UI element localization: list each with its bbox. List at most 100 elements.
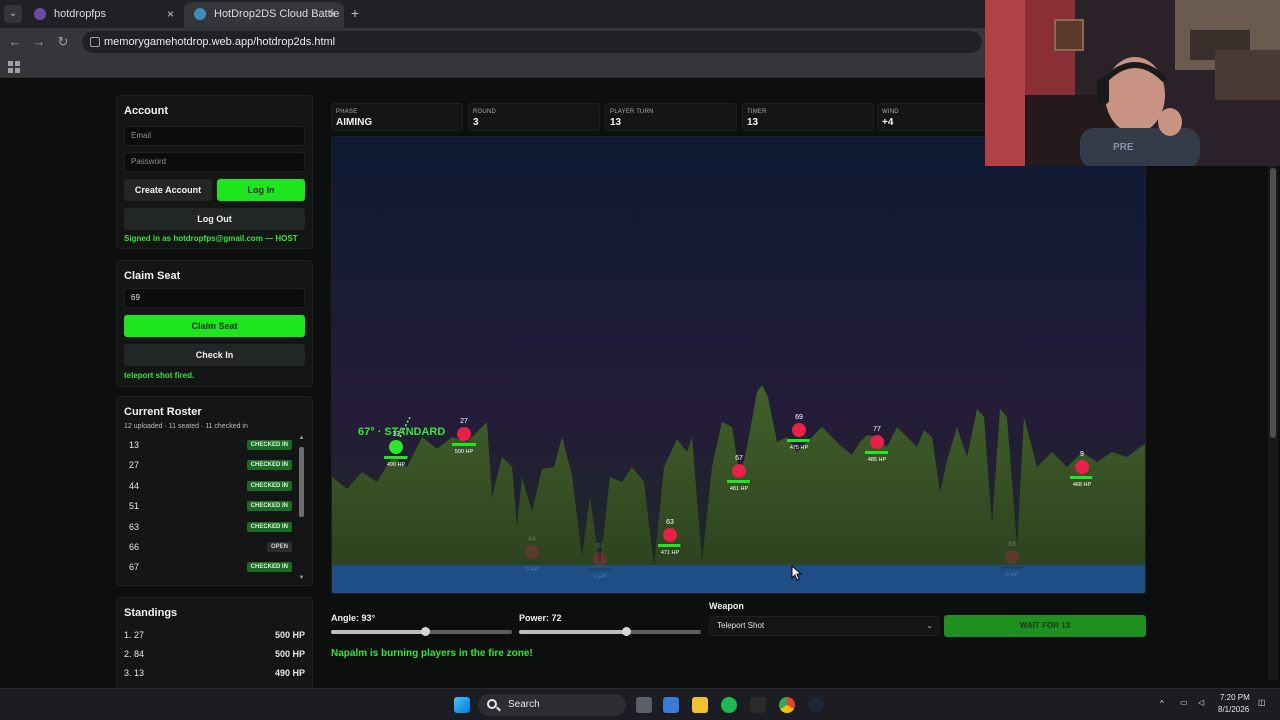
clock-date[interactable]: 8/1/2026: [1218, 705, 1249, 714]
timer-stat: TIMER 13: [742, 103, 874, 131]
os-taskbar: Search ^ ▭ ◁ 7:20 PM 8/1/2026 ◫: [0, 688, 1280, 720]
log-in-button[interactable]: Log In: [217, 179, 305, 201]
apps-grid-icon[interactable]: [8, 61, 20, 73]
webcam-overlay: PRE: [985, 0, 1280, 166]
stat-value: 13: [610, 117, 622, 128]
water: [332, 565, 1145, 593]
power-slider[interactable]: [519, 627, 701, 636]
tab-hotdropfps[interactable]: hotdropfps ×: [24, 2, 182, 28]
player-hp-label: 481 HP: [730, 486, 749, 492]
clock-time[interactable]: 7:20 PM: [1220, 693, 1250, 702]
angle-label: Angle: 93°: [331, 613, 376, 623]
roster-row[interactable]: 51 CHECKED IN: [124, 496, 294, 516]
roster-scrollbar[interactable]: ▲ ▼: [298, 435, 305, 581]
scrollbar-thumb[interactable]: [299, 447, 304, 517]
roster-list[interactable]: 13 CHECKED IN 27 CHECKED IN 44 CHECKED IN 51 CH…: [124, 435, 294, 581]
status-badge: CHECKED IN: [246, 562, 292, 573]
roster-row[interactable]: 66 OPEN: [124, 537, 294, 557]
log-out-button[interactable]: Log Out: [124, 208, 305, 230]
player-tank: 69 475 HP: [787, 414, 811, 451]
angle-slider[interactable]: [331, 627, 512, 636]
status-badge: CHECKED IN: [246, 460, 292, 471]
forward-arrow-icon[interactable]: →: [30, 33, 48, 51]
reload-icon[interactable]: ↻: [54, 33, 72, 51]
aim-label: 67° · STANDARD: [358, 426, 445, 438]
battlefield-svg: 13490 HP27500 HP63471 HP67481 HP69475 HP…: [332, 385, 1145, 593]
player-marker: [1075, 460, 1089, 474]
signed-in-status: Signed in as hotdropfps@gmail.com — HOST: [124, 234, 298, 243]
roster-row[interactable]: 27 CHECKED IN: [124, 455, 294, 475]
notification-icon[interactable]: ◫: [1258, 698, 1266, 707]
player-hp-label: 500 HP: [455, 449, 474, 455]
claim-seat-panel: Claim Seat 69 Claim Seat Check In telepo…: [116, 260, 313, 387]
player-hp-label: 0 HP: [594, 574, 607, 580]
standing-row: 1. 27 500 HP: [124, 630, 305, 640]
scroll-down-icon[interactable]: ▼: [298, 575, 305, 581]
check-in-button[interactable]: Check In: [124, 344, 305, 366]
player-marker: [870, 435, 884, 449]
close-icon[interactable]: ×: [329, 2, 336, 26]
task-view-icon[interactable]: [636, 697, 652, 713]
weapon-select[interactable]: Teleport Shot ⌄: [709, 616, 939, 636]
create-account-button[interactable]: Create Account: [124, 179, 212, 201]
roster-row[interactable]: 44 CHECKED IN: [124, 476, 294, 496]
url-text: memorygamehotdrop.web.app/hotdrop2ds.htm…: [104, 36, 336, 48]
angle-slider-handle[interactable]: [421, 627, 431, 636]
power-slider-handle[interactable]: [622, 627, 632, 636]
file-explorer-icon[interactable]: [692, 697, 708, 713]
roster-row[interactable]: 63 CHECKED IN: [124, 517, 294, 537]
new-tab-button[interactable]: +: [346, 4, 364, 22]
svg-text:PRE: PRE: [1113, 142, 1134, 153]
taskbar-search[interactable]: Search: [478, 694, 626, 716]
roster-seat: 13: [129, 440, 140, 450]
status-badge: CHECKED IN: [246, 501, 292, 512]
fire-button[interactable]: WAIT FOR 13: [944, 615, 1146, 637]
close-icon[interactable]: ×: [167, 2, 174, 26]
notepad-icon[interactable]: [663, 697, 679, 713]
hp-bar-fill: [727, 480, 751, 483]
search-label: Search: [508, 699, 540, 710]
windows-start-icon[interactable]: [454, 697, 470, 713]
status-badge: CHECKED IN: [246, 521, 292, 532]
player-marker: [732, 464, 746, 478]
hudfx-icon[interactable]: [750, 697, 766, 713]
steam-icon[interactable]: [808, 697, 824, 713]
password-field[interactable]: Password: [124, 152, 305, 172]
back-arrow-icon[interactable]: ←: [6, 33, 24, 51]
roster-row[interactable]: 67 CHECKED IN: [124, 557, 294, 577]
volume-icon[interactable]: ◁: [1198, 698, 1204, 707]
tab-search-icon[interactable]: ⌄: [4, 5, 22, 23]
status-badge: CHECKED IN: [246, 440, 292, 450]
game-page: Account Email Password Create Account Lo…: [0, 79, 1280, 692]
tab-hotdrop2ds[interactable]: HotDrop2DS Cloud Battle ×: [184, 2, 344, 28]
scroll-up-icon[interactable]: ▲: [298, 435, 305, 441]
player-id-label: 69: [795, 414, 803, 421]
claim-seat-button[interactable]: Claim Seat: [124, 315, 305, 337]
tray-chevron-icon[interactable]: ^: [1160, 699, 1164, 708]
stat-key: ROUND: [473, 109, 496, 115]
hp-bar-track: [588, 568, 612, 571]
roster-row[interactable]: 13 CHECKED IN: [124, 435, 294, 455]
player-id-label: 63: [666, 519, 674, 526]
tab-title: HotDrop2DS Cloud Battle: [214, 8, 340, 20]
player-hp-label: 475 HP: [790, 445, 809, 451]
player-id-label: 88: [1008, 541, 1016, 548]
page-scrollbar-thumb[interactable]: [1270, 168, 1276, 438]
roster-seat: 66: [129, 541, 140, 552]
spotify-icon[interactable]: [721, 697, 737, 713]
mouse-cursor-icon: [791, 565, 803, 581]
site-info-icon[interactable]: [90, 37, 100, 47]
hp-bar-fill: [1070, 476, 1093, 479]
network-icon[interactable]: ▭: [1180, 698, 1188, 707]
email-field[interactable]: Email: [124, 126, 305, 146]
page-scrollbar[interactable]: [1268, 88, 1278, 680]
search-icon: [487, 699, 497, 709]
standing-row: 2. 84 500 HP: [124, 649, 305, 659]
chrome-icon[interactable]: [779, 697, 795, 713]
standings-panel: Standings 1. 27 500 HP 2. 84 500 HP 3. 1…: [116, 597, 313, 692]
phase-stat: PHASE AIMING: [331, 103, 463, 131]
seat-number-input[interactable]: 69: [124, 288, 305, 308]
address-bar[interactable]: memorygamehotdrop.web.app/hotdrop2ds.htm…: [82, 31, 982, 53]
battlefield-canvas[interactable]: 13 490 HP 27 500 HP 63 471 HP 67 481 HP 69 475 HP…: [331, 136, 1146, 594]
roster-seat: 27: [129, 460, 140, 471]
